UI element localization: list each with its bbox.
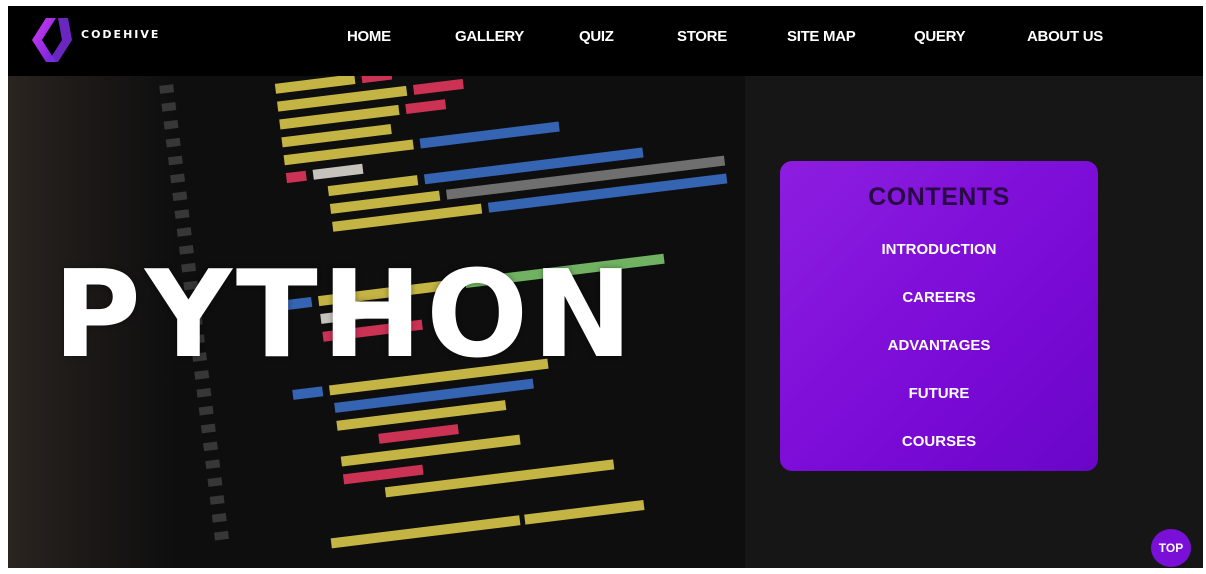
hero-image: PYTHON — [8, 76, 745, 568]
hero-title: PYTHON — [53, 246, 637, 385]
page-frame: CODEHIVE HOME GALLERY QUIZ STORE SITE MA… — [8, 6, 1203, 568]
contents-card: CONTENTS INTRODUCTION CAREERS ADVANTAGES… — [780, 161, 1098, 471]
nav-quiz[interactable]: QUIZ — [579, 28, 614, 45]
contents-link-courses[interactable]: COURSES — [780, 433, 1098, 450]
contents-link-future[interactable]: FUTURE — [780, 385, 1098, 402]
contents-title: CONTENTS — [868, 183, 1010, 211]
nav-home[interactable]: HOME — [347, 28, 391, 45]
contents-link-careers[interactable]: CAREERS — [780, 289, 1098, 306]
nav-gallery[interactable]: GALLERY — [455, 28, 524, 45]
nav-store[interactable]: STORE — [677, 28, 727, 45]
contents-link-advantages[interactable]: ADVANTAGES — [780, 337, 1098, 354]
back-to-top-button[interactable]: TOP — [1151, 529, 1191, 567]
brand-name[interactable]: CODEHIVE — [81, 28, 160, 41]
top-navbar: CODEHIVE HOME GALLERY QUIZ STORE SITE MA… — [8, 6, 1203, 76]
nav-site-map[interactable]: SITE MAP — [787, 28, 856, 45]
nav-query[interactable]: QUERY — [914, 28, 966, 45]
contents-link-introduction[interactable]: INTRODUCTION — [780, 241, 1098, 258]
nav-about-us[interactable]: ABOUT US — [1027, 28, 1103, 45]
codehive-logo-icon[interactable] — [32, 12, 72, 68]
